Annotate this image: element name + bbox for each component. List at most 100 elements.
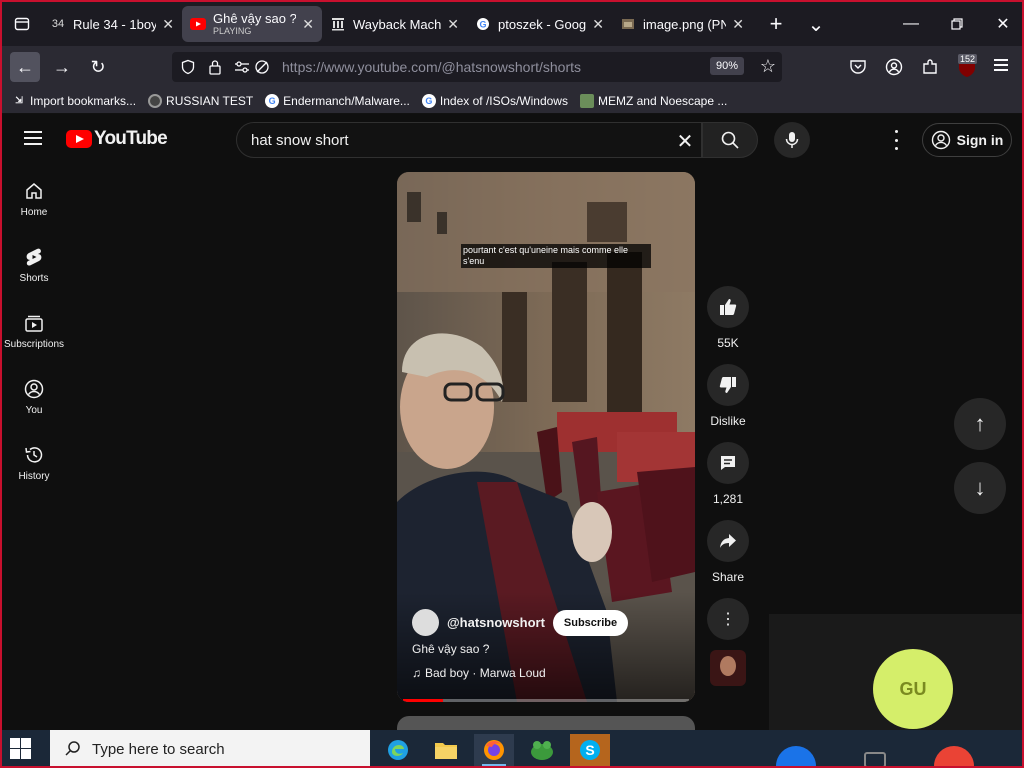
channel-name[interactable]: @hatsnowshort (447, 615, 545, 630)
share-icon (707, 520, 749, 562)
address-bar[interactable]: https://www.youtube.com/@hatsnowshort/sh… (172, 52, 782, 82)
guide-item-label: Home (20, 206, 48, 218)
site-favicon-icon (148, 93, 163, 108)
voice-search-button[interactable] (774, 122, 810, 158)
call-end-button[interactable] (934, 746, 974, 766)
dislike-button[interactable]: Dislike (702, 364, 754, 428)
channel-avatar[interactable] (412, 609, 439, 636)
short-actions: 55K Dislike 1,281 Share ⋮ (702, 286, 754, 686)
close-tab-icon[interactable]: ✕ (732, 16, 744, 33)
thumbs-up-icon (707, 286, 749, 328)
image-favicon-icon (620, 16, 636, 32)
bookmark-label: MEMZ and Noescape ... (597, 93, 728, 108)
search-button[interactable] (702, 122, 758, 158)
taskbar-file-explorer[interactable] (426, 734, 466, 766)
lock-icon[interactable] (208, 59, 222, 75)
comment-icon (707, 442, 749, 484)
bookmark-memz[interactable]: MEMZ and Noescape ... (579, 93, 728, 108)
bookmark-russian-test[interactable]: RUSSIAN TEST (148, 93, 254, 108)
search-input[interactable]: hat snow short ✕ (236, 122, 702, 158)
youtube-logo[interactable]: YouTube (66, 128, 168, 150)
tab-list-button[interactable]: ⌄ (796, 12, 836, 37)
video-caption: pourtant c'est qu'uneine mais comme elle… (461, 244, 651, 268)
start-button[interactable] (10, 738, 32, 760)
next-short-button[interactable]: ↓ (954, 462, 1006, 514)
app-menu-button[interactable] (994, 59, 1008, 71)
tab-title: Ghê vậy sao ? - (213, 12, 297, 26)
minimize-button[interactable]: — (888, 2, 934, 46)
subscribe-button[interactable]: Subscribe (552, 609, 629, 636)
clear-search-icon[interactable]: ✕ (673, 129, 697, 154)
new-tab-button[interactable]: + (756, 11, 796, 37)
call-camera-button[interactable] (864, 752, 886, 766)
guide-item-history[interactable]: History (2, 430, 66, 496)
tab-wayback[interactable]: Wayback Machin ✕ (322, 6, 467, 42)
taskbar-search-box[interactable]: Type here to search (50, 730, 370, 766)
close-tab-icon[interactable]: ✕ (592, 16, 604, 33)
window-frame: 34 Rule 34 - 1boy 1 ✕ Ghê vậy sao ? - PL… (0, 0, 1024, 768)
reload-button[interactable]: ↻ (83, 52, 113, 82)
bookmarks-toolbar: ⇲ Import bookmarks... RUSSIAN TEST G End… (2, 88, 1022, 114)
music-link[interactable]: ♫ Bad boy · Marwa Loud (412, 666, 546, 680)
tab-title: image.png (PNG (643, 16, 726, 32)
folder-icon (435, 743, 457, 759)
like-button[interactable]: 55K (702, 286, 754, 350)
taskbar-firefox[interactable] (474, 734, 514, 766)
sound-thumbnail[interactable] (710, 650, 746, 686)
search-query-text: hat snow short (251, 131, 349, 149)
permissions-icon[interactable] (234, 60, 250, 74)
guide-item-shorts[interactable]: Shorts (2, 232, 66, 298)
shorts-icon (25, 247, 43, 267)
tab-google[interactable]: G ptoszek - Googl ✕ (467, 6, 612, 42)
back-button[interactable]: ← (10, 52, 40, 82)
sign-in-button[interactable]: Sign in (922, 123, 1012, 157)
shield-icon[interactable] (180, 59, 196, 75)
taskbar-app-green[interactable] (522, 734, 562, 766)
bookmark-isos[interactable]: G Index of /ISOs/Windows (421, 93, 568, 108)
share-button[interactable]: Share (702, 520, 754, 584)
svg-text:S: S (585, 742, 594, 758)
pocket-icon[interactable] (849, 58, 867, 76)
guide-item-subscriptions[interactable]: Subscriptions (2, 298, 66, 364)
bookmark-import[interactable]: ⇲ Import bookmarks... (12, 94, 136, 108)
archive-favicon-icon (330, 16, 346, 32)
taskbar-skype[interactable]: S (570, 734, 610, 766)
close-tab-icon[interactable]: ✕ (162, 16, 174, 33)
close-window-button[interactable]: ✕ (980, 2, 1022, 46)
bookmark-endermanch[interactable]: G Endermanch/Malware... (265, 93, 410, 108)
next-short-preview[interactable] (397, 716, 695, 730)
more-actions-button[interactable]: ⋮ (702, 598, 754, 640)
comments-button[interactable]: 1,281 (702, 442, 754, 506)
tab-image[interactable]: image.png (PNG ✕ (612, 6, 752, 42)
google-favicon-icon: G (265, 93, 280, 108)
tab-rule34[interactable]: 34 Rule 34 - 1boy 1 ✕ (42, 6, 182, 42)
ublock-extension-button[interactable]: 152 (956, 54, 980, 80)
guide-item-you[interactable]: You (2, 364, 66, 430)
extensions-icon[interactable] (921, 58, 939, 76)
close-tab-icon[interactable]: ✕ (447, 16, 459, 33)
guide-item-home[interactable]: Home (2, 166, 66, 232)
restore-button[interactable] (934, 2, 980, 46)
account-icon[interactable] (885, 58, 903, 76)
guide-menu-button[interactable] (24, 131, 42, 145)
forward-button[interactable]: → (47, 52, 77, 82)
zoom-level-badge[interactable]: 90% (709, 57, 744, 75)
restore-icon (951, 18, 963, 30)
bookmark-label: RUSSIAN TEST (166, 93, 254, 108)
share-label: Share (711, 570, 745, 584)
video-progress-bar[interactable] (403, 699, 689, 702)
bookmark-star-icon[interactable]: ☆ (760, 56, 776, 77)
close-tab-icon[interactable]: ✕ (302, 16, 314, 33)
settings-more-button[interactable] (891, 130, 901, 150)
tab-youtube-active[interactable]: Ghê vậy sao ? - PLAYING ✕ (182, 6, 322, 42)
previous-short-button[interactable]: ↑ (954, 398, 1006, 450)
tab-overview-button[interactable] (2, 2, 42, 46)
minimize-icon: — (903, 15, 919, 32)
short-title[interactable]: Ghê vậy sao ? (412, 642, 489, 656)
short-video-player[interactable]: pourtant c'est qu'uneine mais comme elle… (397, 172, 695, 702)
participant-avatar[interactable]: GU (873, 649, 953, 729)
autoplay-blocked-icon[interactable] (254, 59, 270, 75)
taskbar-edge[interactable] (378, 734, 418, 766)
call-mic-button[interactable] (776, 746, 816, 766)
forward-arrow-icon: → (53, 56, 71, 77)
